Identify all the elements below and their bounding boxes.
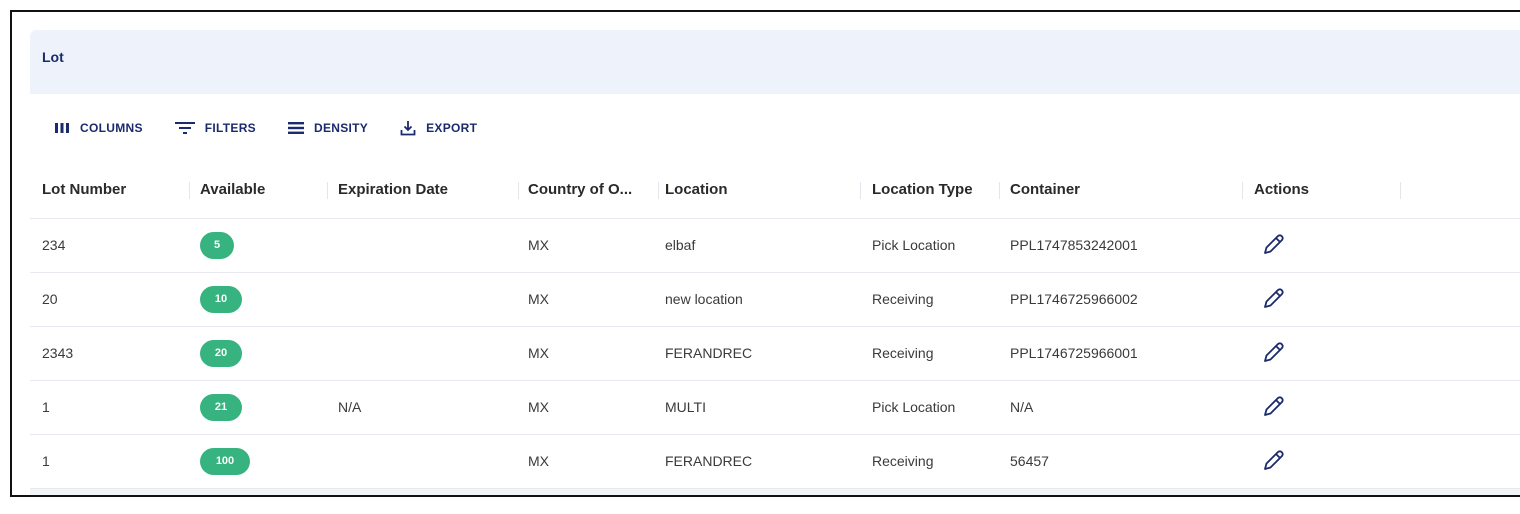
cell-container: PPL1746725966002: [1010, 291, 1138, 307]
pencil-icon[interactable]: [1260, 340, 1286, 366]
cell-country: MX: [528, 345, 549, 361]
column-separator[interactable]: [189, 182, 190, 199]
density-icon: [287, 121, 304, 135]
density-button[interactable]: DENSITY: [287, 121, 369, 135]
available-badge: 20: [200, 340, 242, 367]
header-actions: Actions: [1254, 181, 1310, 198]
panel-title: Lot: [42, 49, 64, 65]
table-row-partial: [30, 489, 1520, 495]
cell-lot-number: 1: [42, 453, 50, 469]
cell-country: MX: [528, 237, 549, 253]
table-row[interactable]: 20 10 MX new location Receiving PPL17467…: [30, 273, 1520, 327]
cell-container: 56457: [1010, 453, 1049, 469]
cell-location: FERANDREC: [665, 345, 753, 361]
column-separator[interactable]: [1242, 182, 1243, 199]
cell-container: PPL1747853242001: [1010, 237, 1138, 253]
table-row[interactable]: 234 5 MX elbaf Pick Location PPL17478532…: [30, 219, 1520, 273]
cell-lot-number: 2343: [42, 345, 74, 361]
pencil-icon[interactable]: [1260, 448, 1286, 474]
cell-location: MULTI: [665, 399, 706, 415]
grid-toolbar: COLUMNS FILTERS DENSITY EXPORT: [54, 118, 509, 138]
panel-header: Lot: [30, 30, 1520, 94]
available-badge: 5: [200, 232, 234, 259]
cell-location-type: Pick Location: [872, 237, 956, 253]
header-country-of-origin[interactable]: Country of O...: [528, 162, 658, 218]
export-icon: [400, 120, 416, 136]
header-container[interactable]: Container: [1010, 162, 1230, 218]
cell-country: MX: [528, 453, 549, 469]
table-row[interactable]: 1 100 MX FERANDREC Receiving 56457: [30, 435, 1520, 489]
cell-lot-number: 1: [42, 399, 50, 415]
table-header: Lot Number Available Expiration Date Cou…: [30, 162, 1520, 219]
density-label: DENSITY: [313, 121, 369, 135]
export-button[interactable]: EXPORT: [400, 120, 477, 136]
header-available[interactable]: Available: [200, 162, 320, 218]
columns-button[interactable]: COLUMNS: [54, 121, 143, 135]
cell-country: MX: [528, 399, 549, 415]
pencil-icon[interactable]: [1260, 394, 1286, 420]
column-separator[interactable]: [1400, 182, 1401, 199]
cell-container: N/A: [1010, 399, 1034, 415]
cell-lot-number: 234: [42, 237, 66, 253]
available-badge: 100: [200, 448, 250, 475]
cell-location: FERANDREC: [665, 453, 753, 469]
cell-lot-number: 20: [42, 291, 58, 307]
cell-location-type: Pick Location: [872, 399, 956, 415]
cell-container: PPL1746725966001: [1010, 345, 1138, 361]
columns-label: COLUMNS: [80, 121, 143, 135]
column-separator[interactable]: [327, 182, 328, 199]
pencil-icon[interactable]: [1260, 232, 1286, 258]
column-separator[interactable]: [658, 182, 659, 199]
available-badge: 10: [200, 286, 242, 313]
cell-location-type: Receiving: [872, 345, 934, 361]
filters-label: FILTERS: [204, 121, 256, 135]
filters-button[interactable]: FILTERS: [174, 121, 256, 135]
available-badge: 21: [200, 394, 242, 421]
pencil-icon[interactable]: [1260, 286, 1286, 312]
header-lot-number[interactable]: Lot Number: [42, 162, 182, 218]
column-separator[interactable]: [860, 182, 861, 199]
cell-expiration-date: N/A: [338, 399, 362, 415]
table-row[interactable]: 1 21 N/A MX MULTI Pick Location N/A: [30, 381, 1520, 435]
column-separator[interactable]: [518, 182, 519, 199]
columns-icon: [54, 122, 70, 134]
column-separator[interactable]: [999, 182, 1000, 199]
table-row[interactable]: 2343 20 MX FERANDREC Receiving PPL174672…: [30, 327, 1520, 381]
cell-country: MX: [528, 291, 549, 307]
cell-location: new location: [665, 291, 743, 307]
filter-icon: [174, 121, 195, 135]
lot-panel: Lot COLUMNS FILTERS DENSITY EXPORT Lot N…: [30, 30, 1520, 495]
header-location[interactable]: Location: [665, 162, 855, 218]
cell-location: elbaf: [665, 237, 696, 253]
header-location-type[interactable]: Location Type: [872, 162, 1002, 218]
export-label: EXPORT: [426, 121, 478, 135]
cell-location-type: Receiving: [872, 291, 934, 307]
header-expiration-date[interactable]: Expiration Date: [338, 162, 518, 218]
lot-table: Lot Number Available Expiration Date Cou…: [30, 162, 1520, 495]
window-frame: Lot COLUMNS FILTERS DENSITY EXPORT Lot N…: [10, 10, 1520, 497]
cell-location-type: Receiving: [872, 453, 934, 469]
